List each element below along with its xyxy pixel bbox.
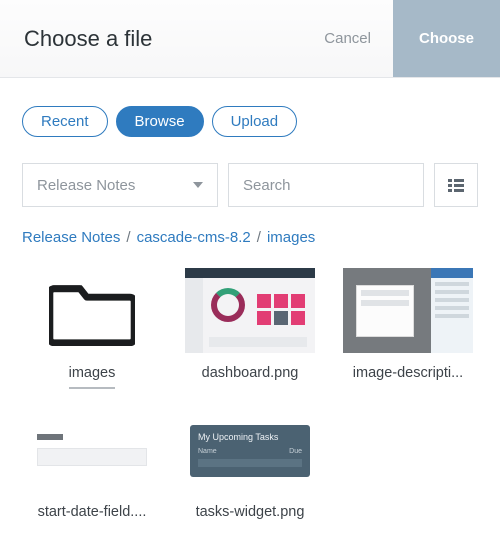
header-actions: Cancel Choose	[302, 0, 500, 77]
search-field	[228, 163, 424, 207]
file-name: dashboard.png	[202, 365, 299, 381]
file-grid: images dashboard.png image-descripti...	[22, 268, 478, 520]
grid-item-file[interactable]: image-descripti...	[338, 268, 478, 389]
dialog-header: Choose a file Cancel Choose	[0, 0, 500, 78]
file-name: tasks-widget.png	[196, 504, 305, 520]
grid-item-file[interactable]: My Upcoming Tasks NameDue tasks-widget.p…	[180, 407, 320, 520]
file-name: images	[69, 365, 116, 389]
folder-icon	[27, 268, 157, 353]
thumbnail	[343, 268, 473, 353]
tab-upload[interactable]: Upload	[212, 106, 298, 137]
grid-item-folder[interactable]: images	[22, 268, 162, 389]
breadcrumb-separator: /	[257, 229, 261, 246]
breadcrumb-root[interactable]: Release Notes	[22, 229, 120, 246]
cancel-button[interactable]: Cancel	[302, 0, 393, 77]
breadcrumb-separator: /	[126, 229, 130, 246]
dialog-title: Choose a file	[24, 26, 152, 52]
location-select-value: Release Notes	[37, 177, 135, 194]
list-view-button[interactable]	[434, 163, 478, 207]
grid-item-file[interactable]: dashboard.png	[180, 268, 320, 389]
choose-button[interactable]: Choose	[393, 0, 500, 77]
file-name: start-date-field....	[38, 504, 147, 520]
file-name: image-descripti...	[353, 365, 463, 381]
thumbnail	[185, 268, 315, 353]
grid-item-file[interactable]: start-date-field....	[22, 407, 162, 520]
tab-browse[interactable]: Browse	[116, 106, 204, 137]
source-tabs: Recent Browse Upload	[22, 106, 478, 137]
controls-row: Release Notes	[22, 163, 478, 207]
breadcrumb-current[interactable]: images	[267, 229, 315, 246]
breadcrumb-folder[interactable]: cascade-cms-8.2	[137, 229, 251, 246]
tab-recent[interactable]: Recent	[22, 106, 108, 137]
list-icon	[448, 179, 464, 192]
search-input[interactable]	[228, 163, 424, 207]
breadcrumb: Release Notes / cascade-cms-8.2 / images	[22, 229, 478, 246]
location-select[interactable]: Release Notes	[22, 163, 218, 207]
location-select-button[interactable]: Release Notes	[22, 163, 218, 207]
thumbnail: My Upcoming Tasks NameDue	[185, 407, 315, 492]
thumbnail	[27, 407, 157, 492]
chevron-down-icon	[193, 182, 203, 188]
